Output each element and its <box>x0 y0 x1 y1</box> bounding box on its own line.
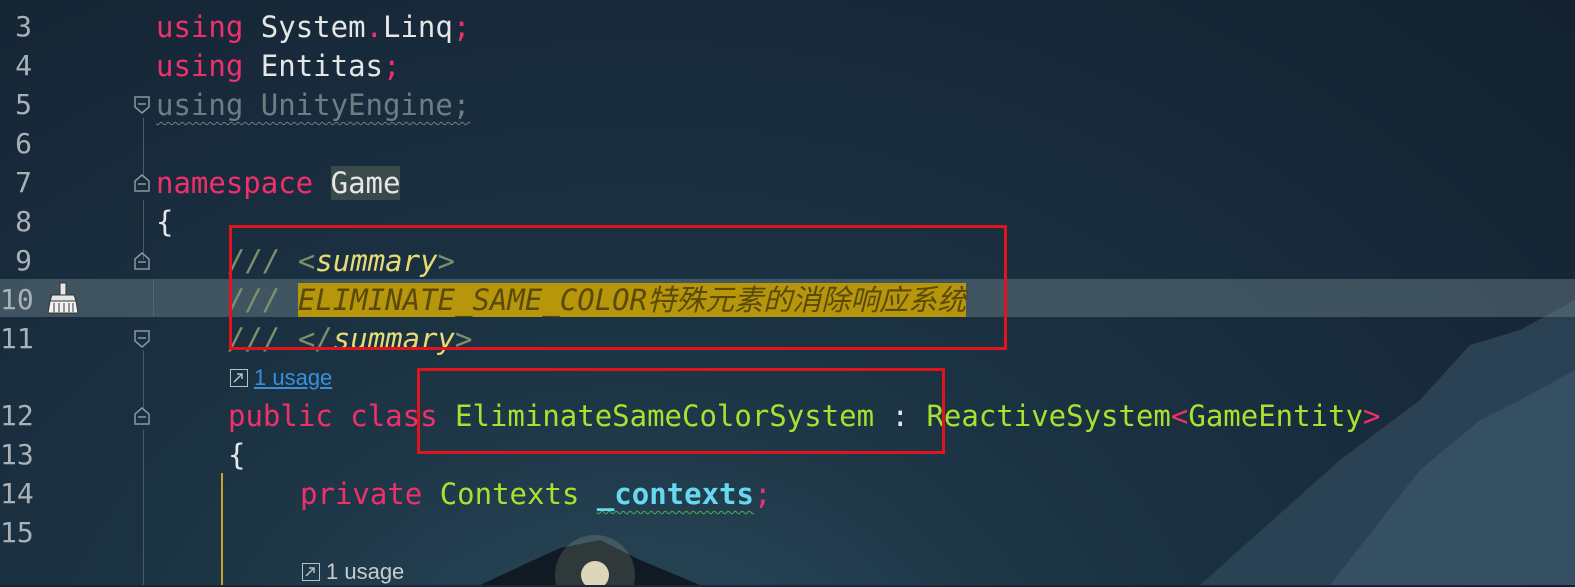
code-line-14[interactable]: 14 private Contexts _contexts; <box>0 475 1575 513</box>
code-line-5[interactable]: 5 using UnityEngine; <box>0 86 1575 124</box>
line-number: 8 <box>15 205 32 238</box>
usage-hint[interactable]: 1 usage <box>302 557 404 587</box>
navigate-icon <box>302 563 320 581</box>
fold-end-icon[interactable] <box>133 95 151 115</box>
code-line-3[interactable]: 3 using System.Linq; <box>0 8 1575 46</box>
line-number: 14 <box>0 477 34 510</box>
line-number: 3 <box>15 10 32 43</box>
navigate-icon <box>230 369 248 387</box>
fold-start-icon[interactable] <box>133 173 151 193</box>
usage-link[interactable]: 1 usage <box>254 365 332 390</box>
code-line-4[interactable]: 4 using Entitas; <box>0 47 1575 85</box>
annotation-box-doc-comment <box>229 225 1007 350</box>
code-text: { <box>228 438 246 472</box>
code-text: namespace Game <box>156 166 401 200</box>
code-line-7[interactable]: 7 namespace Game <box>0 164 1575 202</box>
fold-start-icon[interactable] <box>133 406 151 426</box>
line-number: 5 <box>15 88 32 121</box>
line-number: 4 <box>15 49 32 82</box>
line-number: 10 <box>0 283 34 316</box>
fold-end-icon[interactable] <box>133 329 151 349</box>
unused-using-text: using UnityEngine; <box>156 88 471 122</box>
code-text: using System.Linq; <box>156 10 471 44</box>
fold-start-icon[interactable] <box>133 251 151 271</box>
annotation-box-class-name <box>417 368 945 454</box>
code-editor[interactable]: 3 using System.Linq; 4 using Entitas; 5 … <box>0 0 1575 585</box>
usage-link[interactable]: 1 usage <box>326 559 404 584</box>
brush-icon[interactable] <box>44 281 82 317</box>
code-text: using Entitas; <box>156 49 401 83</box>
line-number: 11 <box>0 322 34 355</box>
line-number: 9 <box>15 244 32 277</box>
code-line-6[interactable]: 6 <box>0 125 1575 163</box>
usage-hint[interactable]: 1 usage <box>230 363 332 393</box>
line-number: 15 <box>0 516 34 549</box>
line-number: 6 <box>15 127 32 160</box>
line-number: 12 <box>0 399 34 432</box>
field-declaration: private Contexts _contexts; <box>300 477 772 511</box>
code-line-15[interactable]: 15 <box>0 514 1575 552</box>
code-text: { <box>156 205 174 239</box>
line-number: 13 <box>0 438 34 471</box>
line-number: 7 <box>15 166 32 199</box>
